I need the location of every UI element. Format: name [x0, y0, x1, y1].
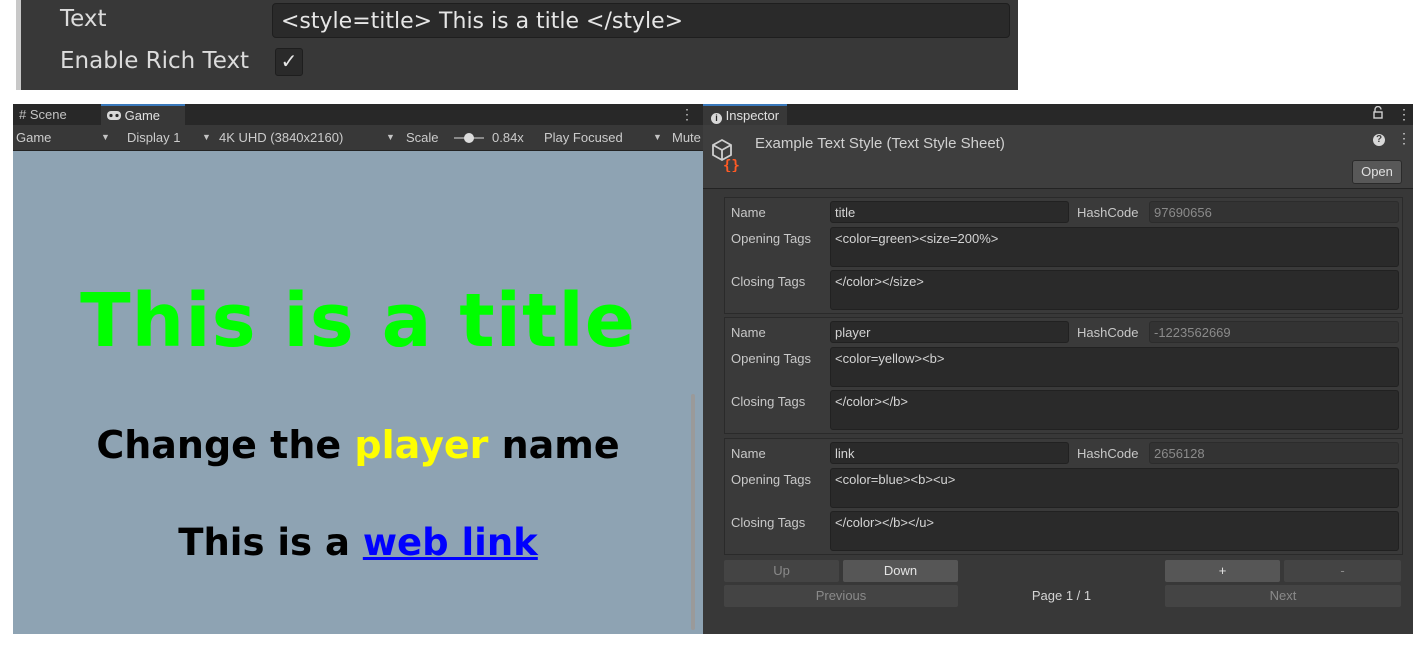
tab-inspector[interactable]: i Inspector: [703, 104, 788, 125]
asset-header: {} Example Text Style (Text Style Sheet)…: [703, 125, 1413, 189]
hashcode-label: HashCode: [1077, 446, 1139, 461]
scale-label: Scale: [406, 130, 439, 145]
change-prefix: Change the: [96, 423, 342, 467]
game-panel: # Scene Game ⋮ Game ▼ Display 1 ▼ 4K UHD…: [13, 104, 703, 634]
opening-tags-label: Opening Tags: [731, 231, 811, 246]
resolution-dropdown[interactable]: 4K UHD (3840x2160): [219, 125, 343, 150]
game-toolbar: Game ▼ Display 1 ▼ 4K UHD (3840x2160) ▼ …: [13, 125, 703, 151]
help-icon[interactable]: ?: [1373, 134, 1385, 146]
name-label: Name: [731, 325, 766, 340]
style-entry: Name player HashCode -1223562669 Opening…: [724, 317, 1403, 434]
text-label: Text: [60, 6, 107, 32]
closing-tags-label: Closing Tags: [731, 394, 806, 409]
change-suffix: name: [501, 423, 620, 467]
name-label: Name: [731, 446, 766, 461]
section-indicator-bar: [16, 0, 21, 90]
grid-icon: #: [19, 107, 27, 122]
tab-scene[interactable]: # Scene: [13, 104, 99, 125]
opening-tags-label: Opening Tags: [731, 351, 811, 366]
inspector-tab-bar: i Inspector ⋮: [703, 104, 1413, 125]
web-link-line: This is a web link: [13, 521, 703, 564]
move-down-button[interactable]: Down: [843, 560, 958, 582]
scale-value: 0.84x: [492, 130, 524, 145]
mute-audio-toggle[interactable]: Mute: [672, 125, 703, 150]
tab-inspector-label: Inspector: [725, 108, 780, 123]
display-dropdown[interactable]: Display 1: [127, 125, 180, 150]
chevron-down-icon: ▼: [653, 132, 662, 142]
change-name-line: Change the player name: [13, 423, 703, 467]
viewport-scrollbar[interactable]: [691, 394, 695, 630]
panel-menu-icon[interactable]: ⋮: [680, 104, 694, 125]
name-label: Name: [731, 205, 766, 220]
svg-text:{}: {}: [723, 158, 740, 172]
hashcode-label: HashCode: [1077, 325, 1139, 340]
closing-tags-label: Closing Tags: [731, 274, 806, 289]
game-tab-bar: # Scene Game ⋮: [13, 104, 703, 125]
title-text: This is a title: [80, 278, 636, 364]
chevron-down-icon: ▼: [202, 132, 211, 142]
resolution-value: 4K UHD (3840x2160): [219, 130, 344, 145]
hashcode-field: -1223562669: [1149, 321, 1399, 343]
closing-tags-field[interactable]: </color></b></u>: [830, 511, 1399, 551]
game-mode-value: Game: [16, 130, 52, 145]
previous-page-button[interactable]: Previous: [724, 585, 958, 607]
lock-icon[interactable]: [1373, 105, 1383, 122]
hashcode-label: HashCode: [1077, 205, 1139, 220]
chevron-down-icon: ▼: [101, 132, 110, 142]
gamepad-icon: [107, 108, 125, 123]
opening-tags-field[interactable]: <color=yellow><b>: [830, 347, 1399, 387]
game-mode-dropdown[interactable]: Game: [16, 125, 51, 150]
page-indicator: Page 1 / 1: [1031, 588, 1092, 603]
closing-tags-field[interactable]: </color></b>: [830, 390, 1399, 430]
closing-tags-label: Closing Tags: [731, 515, 806, 530]
game-viewport[interactable]: This is a title Change the player name T…: [13, 151, 703, 634]
hashcode-field: 97690656: [1149, 201, 1399, 223]
enable-rich-text-label: Enable Rich Text: [60, 48, 250, 74]
play-mode-value: Play Focused: [544, 130, 623, 145]
enable-rich-text-checkbox[interactable]: ✓: [275, 48, 303, 76]
panel-menu-icon[interactable]: ⋮: [1397, 104, 1411, 125]
tab-game-label: Game: [124, 108, 161, 123]
asset-title: Example Text Style (Text Style Sheet): [755, 135, 1005, 152]
text-style-sheet-icon: {}: [711, 138, 743, 177]
opening-tags-field[interactable]: <color=blue><b><u>: [830, 468, 1399, 508]
text-field[interactable]: <style=title> This is a title </style>: [272, 3, 1010, 38]
name-field[interactable]: title: [830, 201, 1069, 223]
remove-style-button[interactable]: -: [1284, 560, 1401, 582]
info-icon: i: [711, 113, 722, 124]
link-prefix: This is a: [178, 521, 350, 564]
scale-slider-handle[interactable]: [464, 133, 474, 143]
add-style-button[interactable]: +: [1165, 560, 1280, 582]
player-word: player: [354, 423, 489, 467]
style-entry: Name title HashCode 97690656 Opening Tag…: [724, 197, 1403, 314]
display-value: Display 1: [127, 130, 181, 145]
web-link[interactable]: web link: [363, 521, 538, 564]
settings-menu-icon[interactable]: ⋮: [1397, 130, 1411, 147]
tab-scene-label: Scene: [29, 107, 67, 122]
top-inspector-strip: Text <style=title> This is a title </sty…: [16, 0, 1018, 90]
inspector-panel: i Inspector ⋮ {} Example Text Style (Tex…: [703, 104, 1413, 634]
name-field[interactable]: player: [830, 321, 1069, 343]
next-page-button[interactable]: Next: [1165, 585, 1401, 607]
opening-tags-field[interactable]: <color=green><size=200%>: [830, 227, 1399, 267]
name-field[interactable]: link: [830, 442, 1069, 464]
move-up-button[interactable]: Up: [724, 560, 839, 582]
opening-tags-label: Opening Tags: [731, 472, 811, 487]
style-entry: Name link HashCode 2656128 Opening Tags …: [724, 438, 1403, 555]
hashcode-field: 2656128: [1149, 442, 1399, 464]
open-button[interactable]: Open: [1352, 160, 1402, 184]
play-mode-dropdown[interactable]: Play Focused: [544, 125, 623, 150]
chevron-down-icon: ▼: [386, 132, 395, 142]
tab-game[interactable]: Game: [101, 104, 185, 125]
closing-tags-field[interactable]: </color></size>: [830, 270, 1399, 310]
